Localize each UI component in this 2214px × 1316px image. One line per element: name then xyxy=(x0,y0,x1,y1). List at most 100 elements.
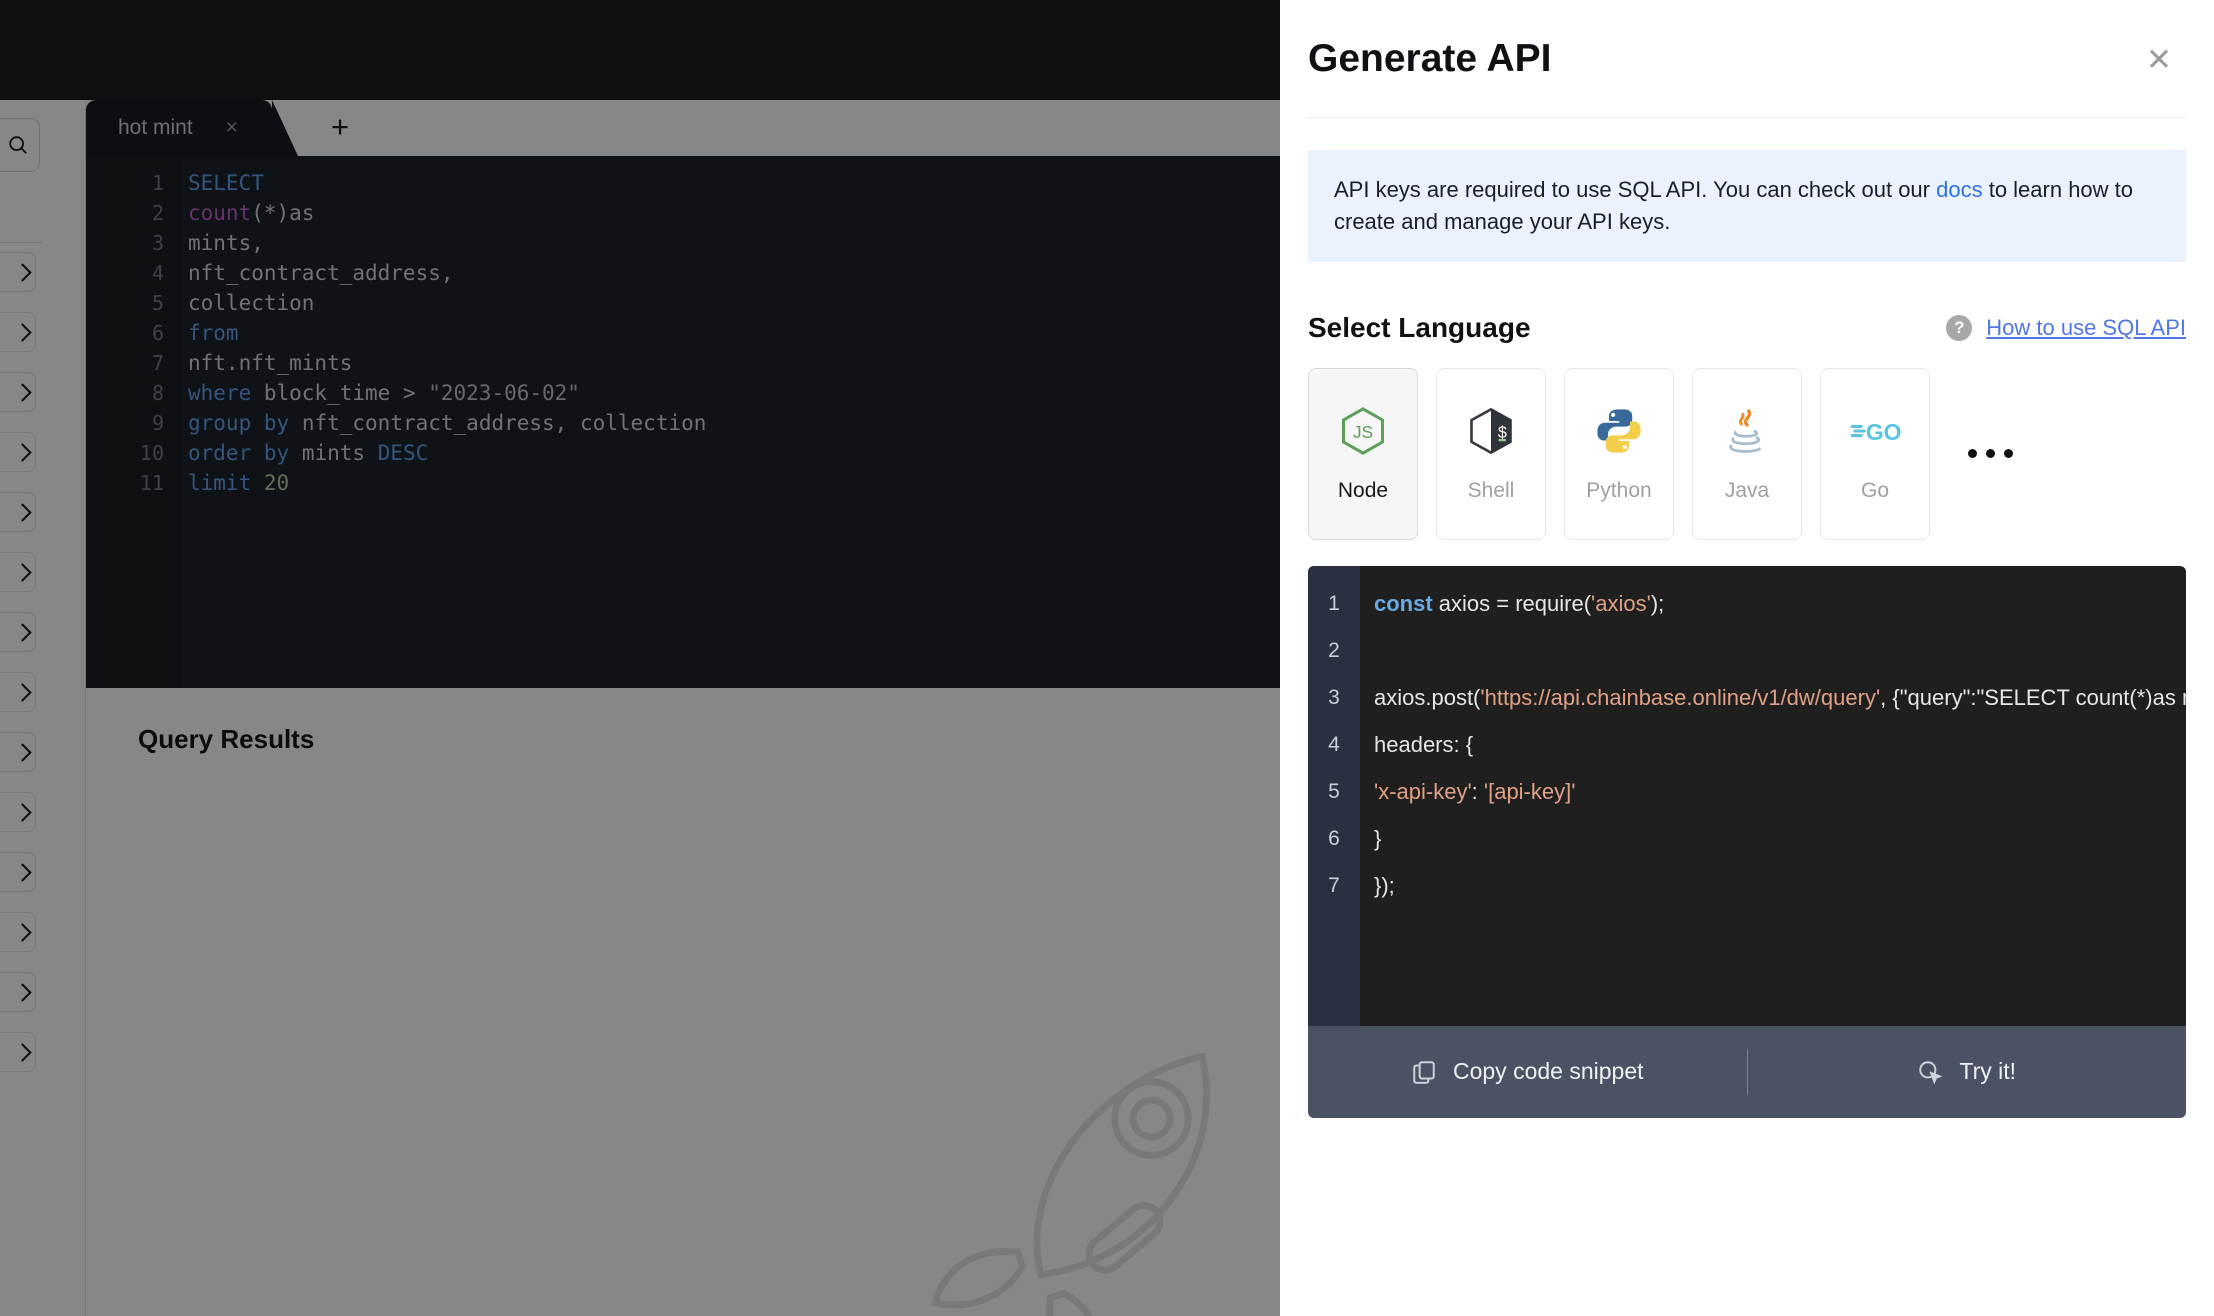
svg-text:JS: JS xyxy=(1353,422,1373,442)
code-line: const axios = require('axios'); xyxy=(1374,590,1665,616)
chevron-right-icon xyxy=(13,442,32,462)
sidebar-tree-item[interactable] xyxy=(0,912,36,952)
top-navbar xyxy=(0,0,1280,100)
sidebar-tree-item[interactable] xyxy=(0,552,36,592)
select-language-heading: Select Language xyxy=(1308,311,1531,343)
language-card-go[interactable]: GO Go xyxy=(1820,367,1930,540)
tab-hot-mint[interactable]: hot mint × xyxy=(86,100,298,156)
ellipsis-icon xyxy=(2003,449,2013,459)
modal-header: Generate API ✕ xyxy=(1308,0,2186,118)
sidebar-tree-item[interactable] xyxy=(0,252,36,292)
nodejs-icon: JS xyxy=(1337,405,1389,457)
code-snippet-content[interactable]: const axios = require('axios'); axios.po… xyxy=(1360,566,2186,1026)
ellipsis-icon xyxy=(1967,449,1977,459)
chevron-right-icon xyxy=(13,922,32,942)
shell-icon: $ xyxy=(1465,405,1517,457)
language-card-node[interactable]: JS Node xyxy=(1308,367,1418,540)
sidebar-tree-item[interactable] xyxy=(0,372,36,412)
sidebar-tree-item[interactable] xyxy=(0,792,36,832)
rocket-watermark-icon xyxy=(930,1052,1210,1316)
language-card-python[interactable]: Python xyxy=(1564,367,1674,540)
sql-line-number: 11 xyxy=(139,471,164,495)
sidebar-tree-item[interactable] xyxy=(0,672,36,712)
docs-link[interactable]: docs xyxy=(1936,177,1982,202)
search-input[interactable] xyxy=(0,118,40,172)
sidebar-tree-item[interactable] xyxy=(0,1032,36,1072)
python-icon xyxy=(1593,405,1645,457)
editor-area: hot mint × + 1 2 3 4 5 6 7 8 9 10 11 SELECT count(*… xyxy=(86,100,1280,1316)
sql-editor[interactable]: 1 2 3 4 5 6 7 8 9 10 11 SELECT count(*)as mints, nft_… xyxy=(86,156,1280,688)
generate-api-modal: Generate API ✕ API keys are required to … xyxy=(1280,0,2214,1316)
sql-code-line: from xyxy=(188,321,239,345)
api-key-notice: API keys are required to use SQL API. Yo… xyxy=(1308,150,2186,262)
sidebar-tree-item[interactable] xyxy=(0,432,36,472)
sidebar-divider xyxy=(0,242,42,243)
try-it-label: Try it! xyxy=(1959,1058,2017,1085)
language-label: Python xyxy=(1586,478,1652,502)
chevron-right-icon xyxy=(13,682,32,702)
sidebar-tree-item[interactable] xyxy=(0,732,36,772)
sql-line-number: 8 xyxy=(151,381,164,405)
sql-code-line: nft.nft_mints xyxy=(188,351,353,375)
application-background: hot mint × + 1 2 3 4 5 6 7 8 9 10 11 SELECT count(*… xyxy=(0,0,1280,1316)
chevron-right-icon xyxy=(13,562,32,582)
code-line-number: 1 xyxy=(1328,591,1340,615)
copy-icon xyxy=(1413,1061,1435,1084)
sidebar-tree-item[interactable] xyxy=(0,312,36,352)
copy-code-label: Copy code snippet xyxy=(1452,1058,1644,1085)
chevron-right-icon xyxy=(13,1042,32,1062)
sql-line-number: 6 xyxy=(151,321,164,345)
sql-line-number: 10 xyxy=(139,441,164,465)
chevron-right-icon xyxy=(13,982,32,1002)
chevron-right-icon xyxy=(13,262,32,282)
code-line: headers: { xyxy=(1374,731,1474,757)
sql-code-line: limit 20 xyxy=(188,471,290,495)
sql-code-line: order by mints DESC xyxy=(188,441,429,465)
sql-code-content[interactable]: SELECT count(*)as mints, nft_contract_addre… xyxy=(182,156,1280,688)
sql-code-line: collection xyxy=(188,291,315,315)
sidebar-tree-item[interactable] xyxy=(0,852,36,892)
plus-icon[interactable]: + xyxy=(322,110,358,146)
notice-text-before: API keys are required to use SQL API. Yo… xyxy=(1334,177,1937,202)
chevron-right-icon xyxy=(13,742,32,762)
try-it-button[interactable]: Try it! xyxy=(1748,1058,2187,1085)
copy-code-snippet-button[interactable]: Copy code snippet xyxy=(1308,1058,1747,1085)
code-line-number: 2 xyxy=(1328,638,1340,662)
code-line-number: 4 xyxy=(1328,732,1340,756)
tab-bar: hot mint × + xyxy=(86,100,1280,156)
sql-line-number: 2 xyxy=(151,201,164,225)
close-icon[interactable]: ✕ xyxy=(2142,44,2176,78)
how-to-use-sql-api[interactable]: ? How to use SQL API xyxy=(1946,314,2186,341)
chevron-right-icon xyxy=(13,382,32,402)
sidebar xyxy=(0,100,86,1316)
language-card-java[interactable]: Java xyxy=(1692,367,1802,540)
how-to-use-sql-api-link[interactable]: How to use SQL API xyxy=(1986,315,2186,341)
code-line: axios.post('https://api.chainbase.online… xyxy=(1374,684,2186,710)
sidebar-tree-item[interactable] xyxy=(0,612,36,652)
code-line-number: 7 xyxy=(1328,873,1340,897)
language-label: Java xyxy=(1724,478,1770,502)
code-snippet-panel: 1 2 3 4 5 6 7 const axios = require('axios'); … xyxy=(1308,565,2186,1026)
go-icon: GO xyxy=(1849,405,1901,457)
language-label: Node xyxy=(1337,478,1389,502)
chevron-right-icon xyxy=(13,802,32,822)
sql-code-line: SELECT xyxy=(188,171,264,195)
sidebar-tree-item[interactable] xyxy=(0,492,36,532)
sql-code-line: count(*)as xyxy=(188,201,315,225)
sql-line-number: 1 xyxy=(151,171,164,195)
tab-label: hot mint xyxy=(118,116,193,139)
chevron-right-icon xyxy=(13,322,32,342)
language-selector: JS Node $ Shell Python Java GO Go xyxy=(1308,367,2186,540)
code-line-number: 3 xyxy=(1328,685,1340,709)
sql-line-number: 3 xyxy=(151,231,164,255)
query-results-title: Query Results xyxy=(138,724,315,754)
sidebar-tree-item[interactable] xyxy=(0,972,36,1012)
code-line-numbers: 1 2 3 4 5 6 7 xyxy=(1308,565,1360,1026)
language-card-shell[interactable]: $ Shell xyxy=(1436,367,1546,540)
sql-code-line: mints, xyxy=(188,231,264,255)
language-label: Go xyxy=(1860,478,1889,502)
more-languages-button[interactable] xyxy=(1948,368,2032,540)
sql-line-numbers: 1 2 3 4 5 6 7 8 9 10 11 xyxy=(86,156,182,688)
close-icon[interactable]: × xyxy=(221,116,243,140)
modal-title: Generate API xyxy=(1308,36,1552,80)
